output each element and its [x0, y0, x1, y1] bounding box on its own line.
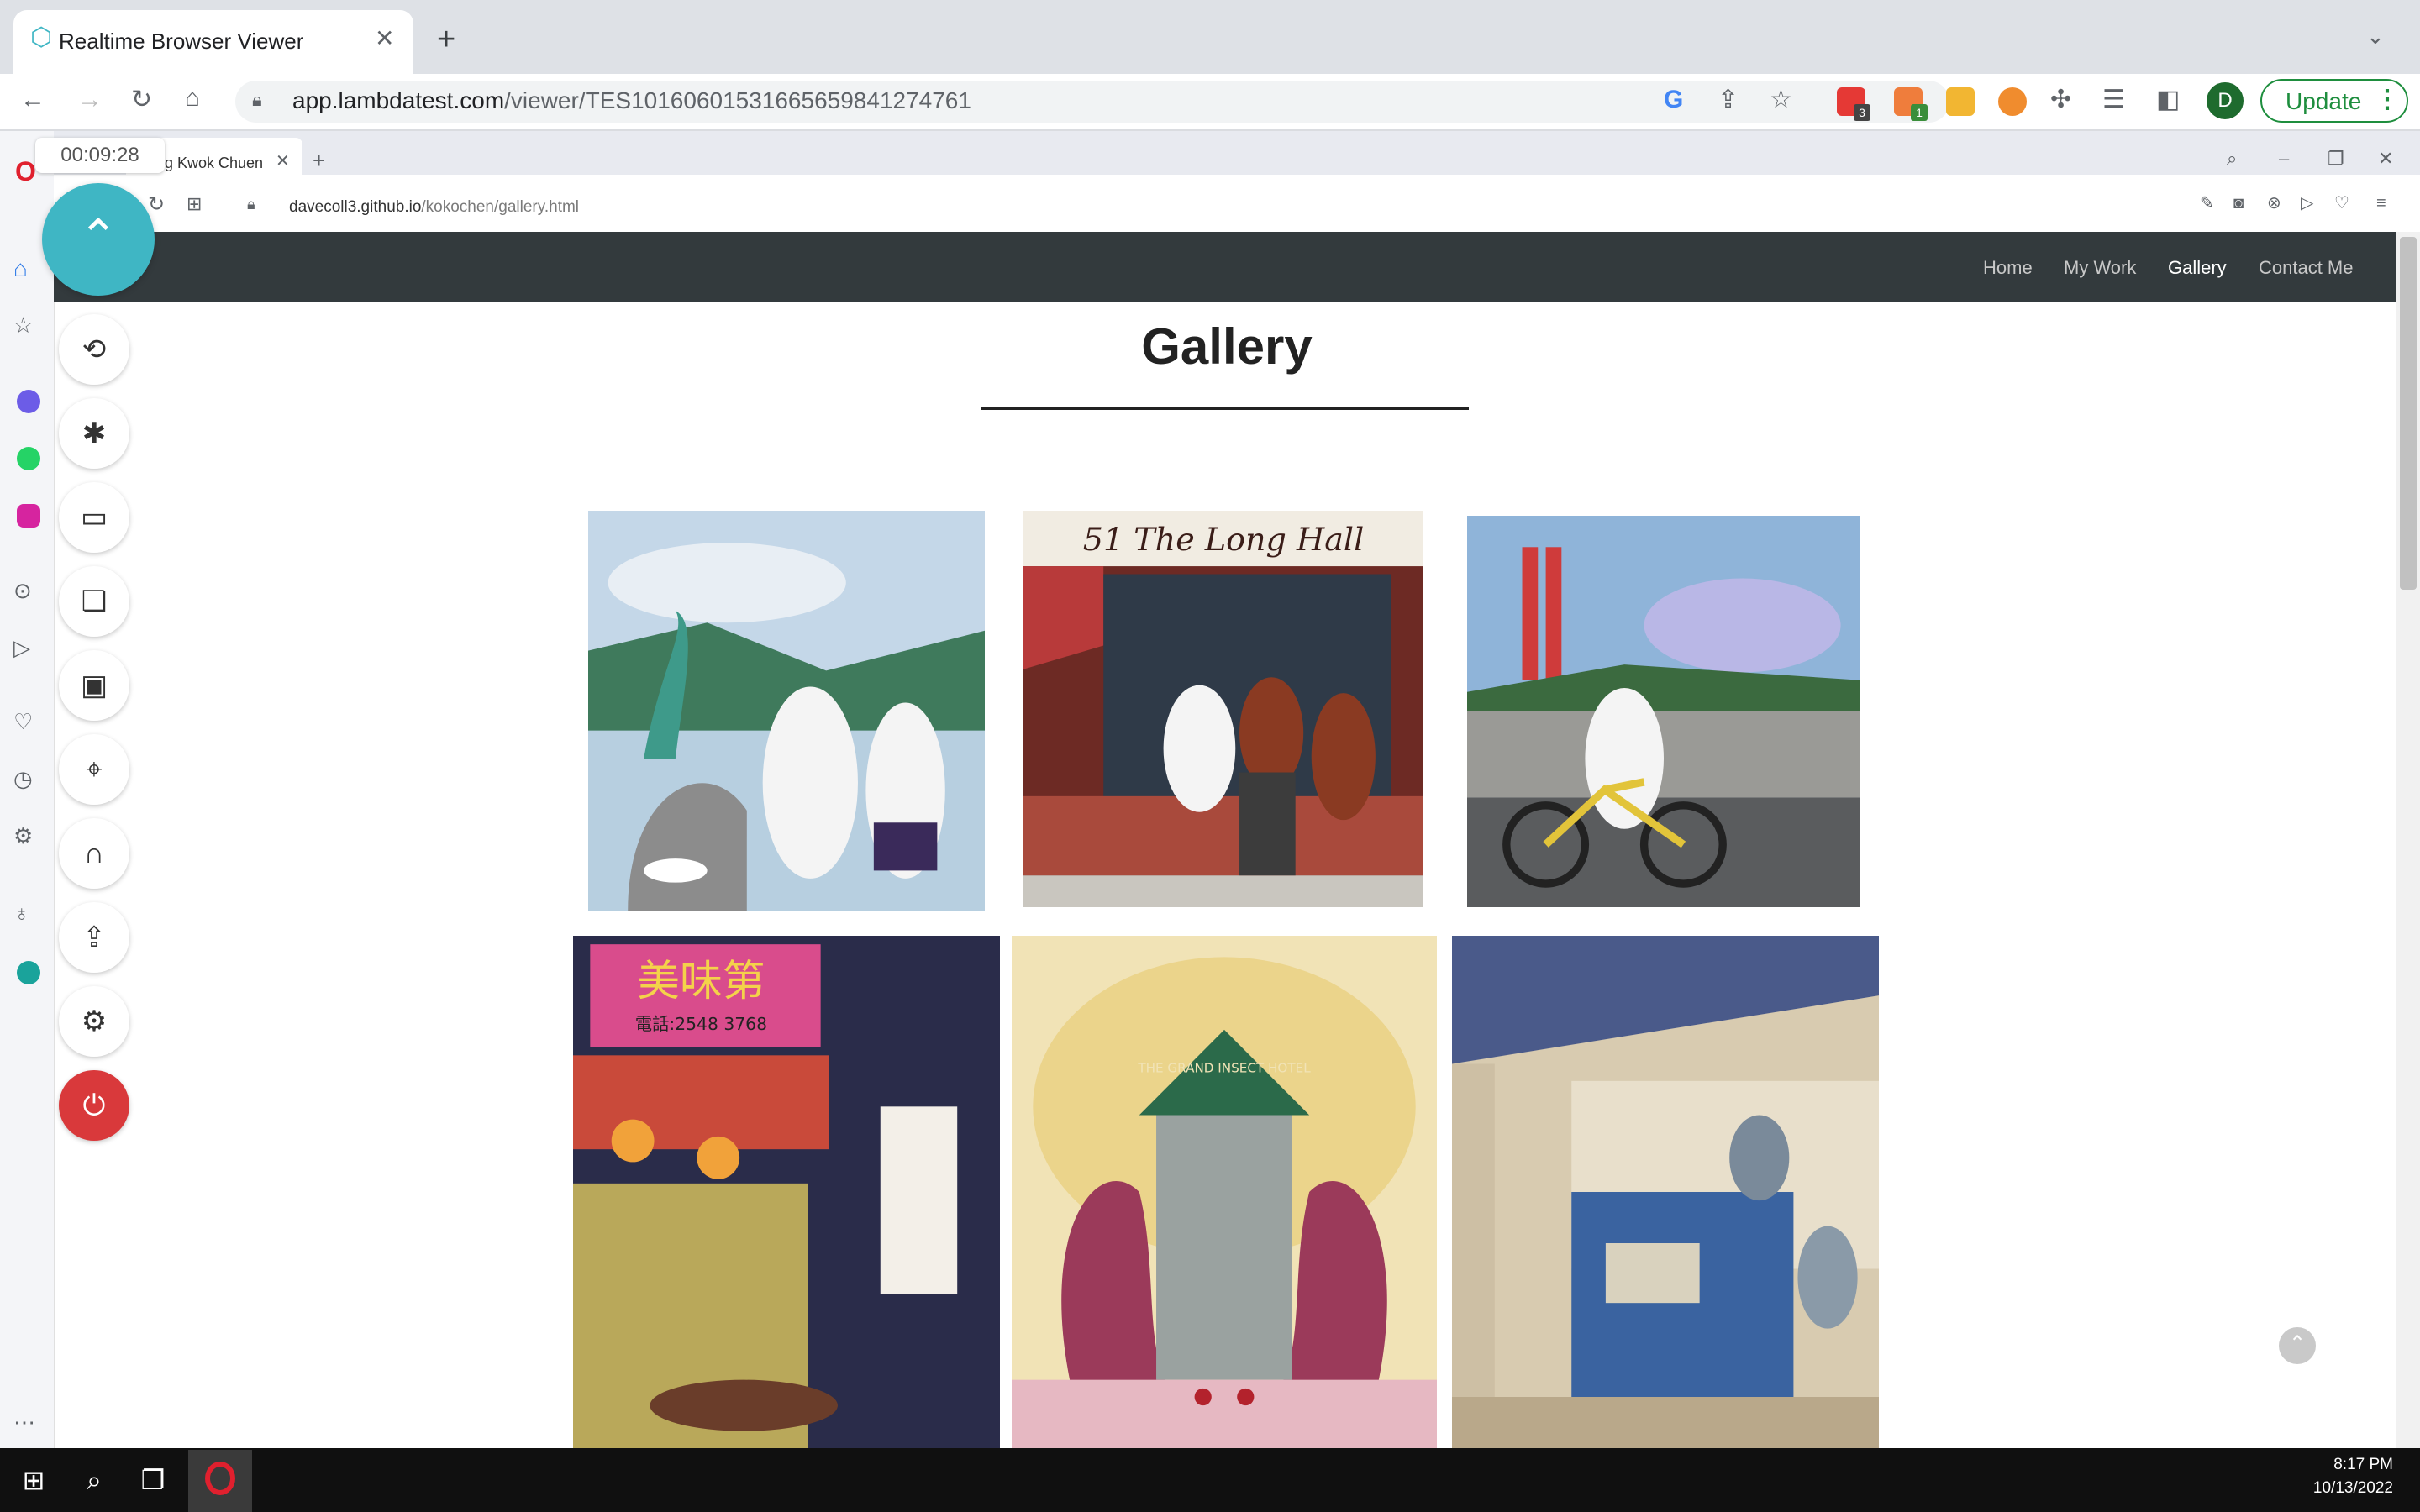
- switch-session-icon[interactable]: ⟲: [59, 314, 129, 385]
- opera-reload-icon[interactable]: ↻: [148, 195, 165, 215]
- instagram-icon[interactable]: [17, 504, 40, 528]
- pinboard-heart-icon[interactable]: ♡: [13, 711, 33, 732]
- system-clock: 8:17 PM 10/13/2022: [2313, 1453, 2393, 1500]
- lambdatest-favicon-icon: ⬡: [30, 24, 53, 51]
- settings-gear-icon[interactable]: ⚙: [13, 825, 33, 847]
- gallery-image-dog-cycling[interactable]: [1467, 516, 1860, 907]
- hk-shop-phone: 電話:2548 3768: [635, 1014, 767, 1034]
- opera-tab-strip: [54, 131, 2420, 175]
- nav-contact-link[interactable]: Contact Me: [2259, 257, 2354, 279]
- hk-shop-sign: 美味第: [637, 956, 765, 1005]
- close-tab-icon[interactable]: ✕: [375, 27, 394, 50]
- chrome-menu-icon[interactable]: ⋮: [2375, 87, 2400, 113]
- gallery-image-market-stall[interactable]: [1452, 936, 1879, 1448]
- session-timer: 00:09:28: [35, 138, 165, 173]
- opera-easy-setup-icon[interactable]: ≡: [2376, 195, 2386, 212]
- windows-taskbar: [0, 1448, 2420, 1512]
- back-arrow-icon[interactable]: ←: [20, 87, 45, 113]
- lock-icon[interactable]: 🔒︎: [252, 91, 262, 109]
- back-to-top-button[interactable]: ⌃: [2279, 1327, 2316, 1364]
- opera-tiles-icon[interactable]: ⊞: [187, 195, 202, 213]
- side-panel-icon[interactable]: ◧: [2156, 87, 2180, 113]
- bookmark-star-icon[interactable]: ☆: [1770, 87, 1792, 113]
- extensions-puzzle-icon[interactable]: ✣: [2050, 87, 2071, 113]
- hotel-sign: THE GRAND INSECT HOTEL: [1137, 1061, 1311, 1076]
- history-clock-icon[interactable]: ◷: [13, 768, 33, 790]
- extension-g-icon[interactable]: [1998, 87, 2027, 116]
- nav-my-work-link[interactable]: My Work: [2064, 257, 2136, 279]
- opera-tab-title: g Kwok Chuen: [165, 155, 264, 171]
- flow-send-icon[interactable]: ▷: [13, 637, 30, 659]
- window-minimize-icon[interactable]: –: [2279, 150, 2289, 168]
- extension-badge: 3: [1854, 104, 1870, 121]
- clock-date: 10/13/2022: [2312, 1479, 2393, 1497]
- sidebar-more-icon[interactable]: ⋯: [13, 1411, 35, 1433]
- extension-yellow-icon[interactable]: [1946, 87, 1975, 116]
- longhall-sign: 51 The Long Hall: [1083, 521, 1364, 558]
- google-lens-icon[interactable]: G: [1664, 87, 1683, 113]
- new-tab-icon[interactable]: +: [437, 24, 455, 55]
- settings-gear-icon[interactable]: ⚙: [59, 986, 129, 1057]
- opera-snapshot-icon[interactable]: ◙: [2233, 195, 2244, 212]
- tab-search-chevron-icon[interactable]: ⌄: [2366, 25, 2385, 47]
- opera-adblock-icon[interactable]: ⊗: [2267, 195, 2281, 212]
- opera-bookmarks-icon[interactable]: ☆: [13, 314, 33, 336]
- opera-send-icon[interactable]: ▷: [2301, 195, 2313, 212]
- opera-speed-dial-icon[interactable]: ⌂: [13, 257, 28, 281]
- gallery-image-long-hall-pub[interactable]: 51 The Long Hall: [1023, 511, 1423, 907]
- windows-start-icon[interactable]: ⊞: [12, 1458, 55, 1502]
- geolocation-pin-icon[interactable]: ⌖: [59, 734, 129, 805]
- opera-lock-icon[interactable]: 🔒︎: [247, 197, 255, 212]
- profile-avatar[interactable]: D: [2207, 82, 2244, 119]
- tips-bulb-icon[interactable]: ♁: [13, 902, 30, 924]
- opera-close-tab-icon[interactable]: ✕: [276, 153, 290, 170]
- nav-gallery-link[interactable]: Gallery: [2168, 257, 2227, 279]
- task-view-icon[interactable]: ❐: [131, 1458, 175, 1502]
- bug-icon[interactable]: ✱: [59, 398, 129, 469]
- opera-edit-icon[interactable]: ✎: [2200, 195, 2214, 212]
- end-session-power-icon[interactable]: ⏻: [59, 1070, 129, 1141]
- forward-arrow-icon[interactable]: →: [77, 87, 103, 113]
- window-restore-icon[interactable]: ❐: [2328, 150, 2344, 168]
- home-icon[interactable]: ⌂: [185, 86, 200, 111]
- whatsapp-icon[interactable]: [17, 447, 40, 470]
- gallery-image-loch-ness-dogs[interactable]: [588, 511, 985, 911]
- scrollbar-thumb[interactable]: [2400, 237, 2417, 590]
- opera-address-url[interactable]: davecoll3.github.io/kokochen/gallery.htm…: [289, 198, 579, 217]
- address-url: app.lambdatest.com/viewer/TES10160601531…: [292, 87, 971, 113]
- screenshot-gallery-icon[interactable]: ❏: [59, 566, 129, 637]
- window-close-icon[interactable]: ✕: [2378, 150, 2393, 168]
- tunnel-icon[interactable]: ∩: [59, 818, 129, 889]
- clock-time: 8:17 PM: [2333, 1456, 2393, 1473]
- aria-ai-icon[interactable]: [17, 961, 40, 984]
- share-icon[interactable]: ⇪: [1718, 87, 1739, 113]
- player-icon[interactable]: ⊙: [13, 580, 32, 601]
- opera-search-tabs-icon[interactable]: ⌕: [2227, 150, 2237, 168]
- title-underline: [981, 407, 1469, 410]
- media-controls-icon[interactable]: ☰: [2102, 87, 2125, 113]
- gallery-image-hk-street[interactable]: 美味第 電話:2548 3768: [573, 936, 1000, 1448]
- extension-badge: 1: [1911, 104, 1928, 121]
- opera-taskbar-icon[interactable]: [205, 1462, 235, 1495]
- resolution-monitor-icon[interactable]: ▣: [59, 650, 129, 721]
- nav-home-link[interactable]: Home: [1983, 257, 2033, 279]
- opera-new-tab-icon[interactable]: +: [313, 150, 325, 171]
- video-record-icon[interactable]: ▭: [59, 482, 129, 553]
- chrome-tab-title: Realtime Browser Viewer: [59, 29, 304, 54]
- page-title: Gallery: [1141, 318, 1313, 375]
- opera-heart-icon[interactable]: ♡: [2334, 195, 2349, 212]
- upload-icon[interactable]: ⇪: [59, 902, 129, 973]
- collapse-toolbar-button[interactable]: ⌃: [42, 183, 155, 296]
- reload-icon[interactable]: ↻: [131, 87, 152, 113]
- gallery-image-insect-hotel[interactable]: THE GRAND INSECT HOTEL: [1012, 936, 1437, 1448]
- opera-logo-icon[interactable]: O: [15, 156, 36, 187]
- site-navbar: [54, 232, 2396, 302]
- messenger-icon[interactable]: [17, 390, 40, 413]
- windows-search-icon[interactable]: ⌕: [72, 1458, 116, 1502]
